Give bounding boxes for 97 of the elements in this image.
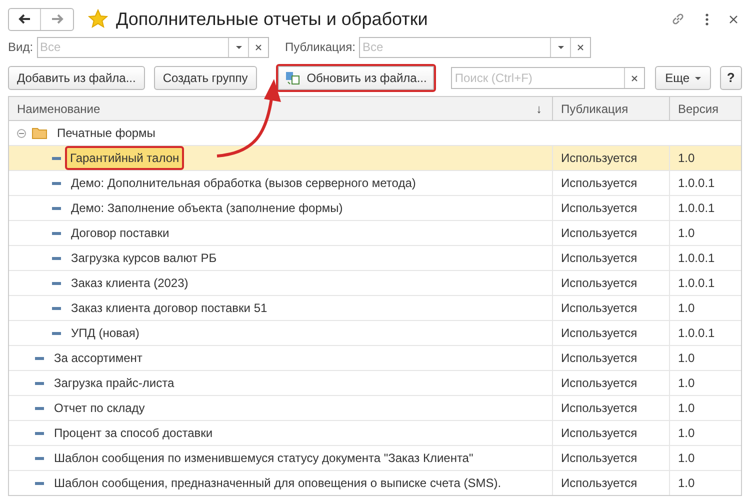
item-name: Загрузка курсов валют РБ	[71, 250, 217, 267]
item-name: Заказ клиента договор поставки 51	[71, 300, 268, 317]
close-icon[interactable]	[729, 14, 738, 24]
item-name: УПД (новая)	[71, 325, 140, 342]
collapse-icon[interactable]	[17, 128, 26, 138]
filter-field[interactable]: Все	[37, 36, 270, 58]
table-cell: Используется	[552, 471, 669, 495]
table-cell: 1.0.0.1	[669, 171, 741, 195]
search-field[interactable]: Поиск (Ctrl+F)	[450, 67, 646, 89]
toolbar-button[interactable]: Обновить из файла...	[276, 64, 436, 92]
item-icon	[52, 156, 61, 160]
item-icon	[52, 306, 61, 310]
filter-input[interactable]: Все	[360, 38, 550, 56]
toolbar-button[interactable]: Добавить из файла...	[8, 66, 145, 90]
table-row[interactable]: Демо: Заполнение объекта (заполнение формы) Используется 1.0.0.1	[9, 196, 741, 221]
table-cell: 1.0	[669, 471, 741, 495]
table-row[interactable]: Заказ клиента (2023) Используется 1.0.0.1	[9, 271, 741, 296]
search-input[interactable]: Поиск (Ctrl+F)	[452, 68, 624, 88]
item-name: Шаблон сообщения, предназначенный для оповещения о выписке счета (SMS).	[54, 475, 502, 492]
item-name: За ассортимент	[54, 350, 142, 367]
table-cell: 1.0	[669, 446, 741, 470]
table-cell: Используется	[552, 346, 669, 370]
table-cell: Используется	[552, 396, 669, 420]
item-icon	[52, 182, 61, 184]
filter-label: Публикация:	[285, 39, 356, 56]
item-icon	[35, 356, 44, 360]
table-cell: 1.0.0.1	[669, 321, 741, 345]
table-cell: 1.0	[669, 221, 741, 245]
sort-icon: ↓	[536, 100, 542, 118]
table-cell: 1.0.0.1	[669, 246, 741, 270]
table-cell: Используется	[552, 196, 669, 220]
table-row[interactable]: Заказ клиента договор поставки 51 Используется 1.0	[9, 296, 741, 321]
item-icon	[35, 406, 44, 410]
more-button[interactable]: Еще	[655, 66, 711, 90]
table-cell: 1.0.0.1	[669, 196, 741, 220]
item-name: Договор поставки	[71, 225, 170, 242]
column-header[interactable]: Наименование	[17, 100, 100, 118]
back-arrow-icon	[18, 14, 31, 24]
table-cell: Используется	[552, 371, 669, 395]
table-cell: 1.0	[669, 396, 741, 420]
table-cell: 1.0	[669, 371, 741, 395]
filter-field[interactable]: Все	[359, 36, 592, 58]
table-row[interactable]: Шаблон сообщения по изменившемуся статусу документа "Заказ Клиента" Используется 1.0	[9, 446, 741, 471]
item-icon	[52, 256, 61, 260]
table-row[interactable]: Процент за способ доставки Используется 1.0	[9, 421, 741, 446]
table-row[interactable]: За ассортимент Используется 1.0	[9, 346, 741, 371]
item-name: Загрузка прайс-листа	[54, 375, 174, 392]
item-icon	[35, 382, 44, 384]
table-cell: Используется	[552, 146, 669, 170]
item-icon	[35, 432, 44, 434]
item-icon	[52, 206, 61, 210]
folder-icon	[32, 127, 47, 139]
table-cell: 1.0	[669, 346, 741, 370]
table-row[interactable]: Договор поставки Используется 1.0	[9, 221, 741, 246]
item-icon	[52, 232, 61, 234]
table-cell: 1.0	[669, 296, 741, 320]
item-name: Процент за способ доставки	[54, 425, 213, 442]
refresh-file-icon	[284, 71, 301, 85]
table-cell: Используется	[552, 271, 669, 295]
item-name: Гарантийный талон	[65, 146, 184, 170]
item-name: Шаблон сообщения по изменившемуся статусу документа "Заказ Клиента"	[54, 450, 474, 467]
forward-arrow-icon	[50, 14, 64, 24]
window-title: Дополнительные отчеты и обработки	[116, 8, 428, 31]
filter-input[interactable]: Все	[38, 38, 228, 56]
help-button[interactable]: ?	[720, 66, 742, 90]
table-row[interactable]: УПД (новая) Используется 1.0.0.1	[9, 321, 741, 346]
item-icon	[52, 282, 61, 284]
star-icon[interactable]	[88, 9, 108, 29]
table-row[interactable]: Отчет по складу Используется 1.0	[9, 396, 741, 421]
item-icon	[52, 332, 61, 334]
table-row[interactable]: Загрузка прайс-листа Используется 1.0	[9, 371, 741, 396]
table-row[interactable]: Гарантийный талон Используется 1.0	[9, 146, 741, 171]
item-icon	[35, 482, 44, 484]
table-cell: Используется	[552, 221, 669, 245]
table-cell: Используется	[552, 246, 669, 270]
link-icon[interactable]	[671, 12, 685, 26]
item-name: Отчет по складу	[54, 400, 145, 417]
more-icon[interactable]	[705, 12, 709, 26]
group-name: Печатные формы	[57, 125, 156, 142]
column-header[interactable]: Версия	[669, 97, 741, 120]
table-cell: Используется	[552, 171, 669, 195]
table-cell: 1.0	[669, 421, 741, 445]
item-name: Заказ клиента (2023)	[71, 275, 188, 292]
table-cell: Используется	[552, 296, 669, 320]
table-cell: Используется	[552, 446, 669, 470]
table-row[interactable]: Демо: Дополнительная обработка (вызов серверного метода) Используется 1.0.0.1	[9, 171, 741, 196]
table-row[interactable]: Загрузка курсов валют РБ Используется 1.0.0.1	[9, 246, 741, 271]
table-cell: Используется	[552, 321, 669, 345]
filter-label: Вид:	[8, 39, 34, 56]
table-cell: 1.0.0.1	[669, 271, 741, 295]
item-name: Демо: Заполнение объекта (заполнение формы)	[71, 200, 343, 217]
item-name: Демо: Дополнительная обработка (вызов серверного метода)	[71, 175, 416, 192]
toolbar-button[interactable]: Создать группу	[154, 66, 257, 90]
item-icon	[35, 456, 44, 460]
table-cell: Используется	[552, 421, 669, 445]
column-header[interactable]: Публикация	[552, 97, 669, 120]
table-cell: 1.0	[669, 146, 741, 170]
